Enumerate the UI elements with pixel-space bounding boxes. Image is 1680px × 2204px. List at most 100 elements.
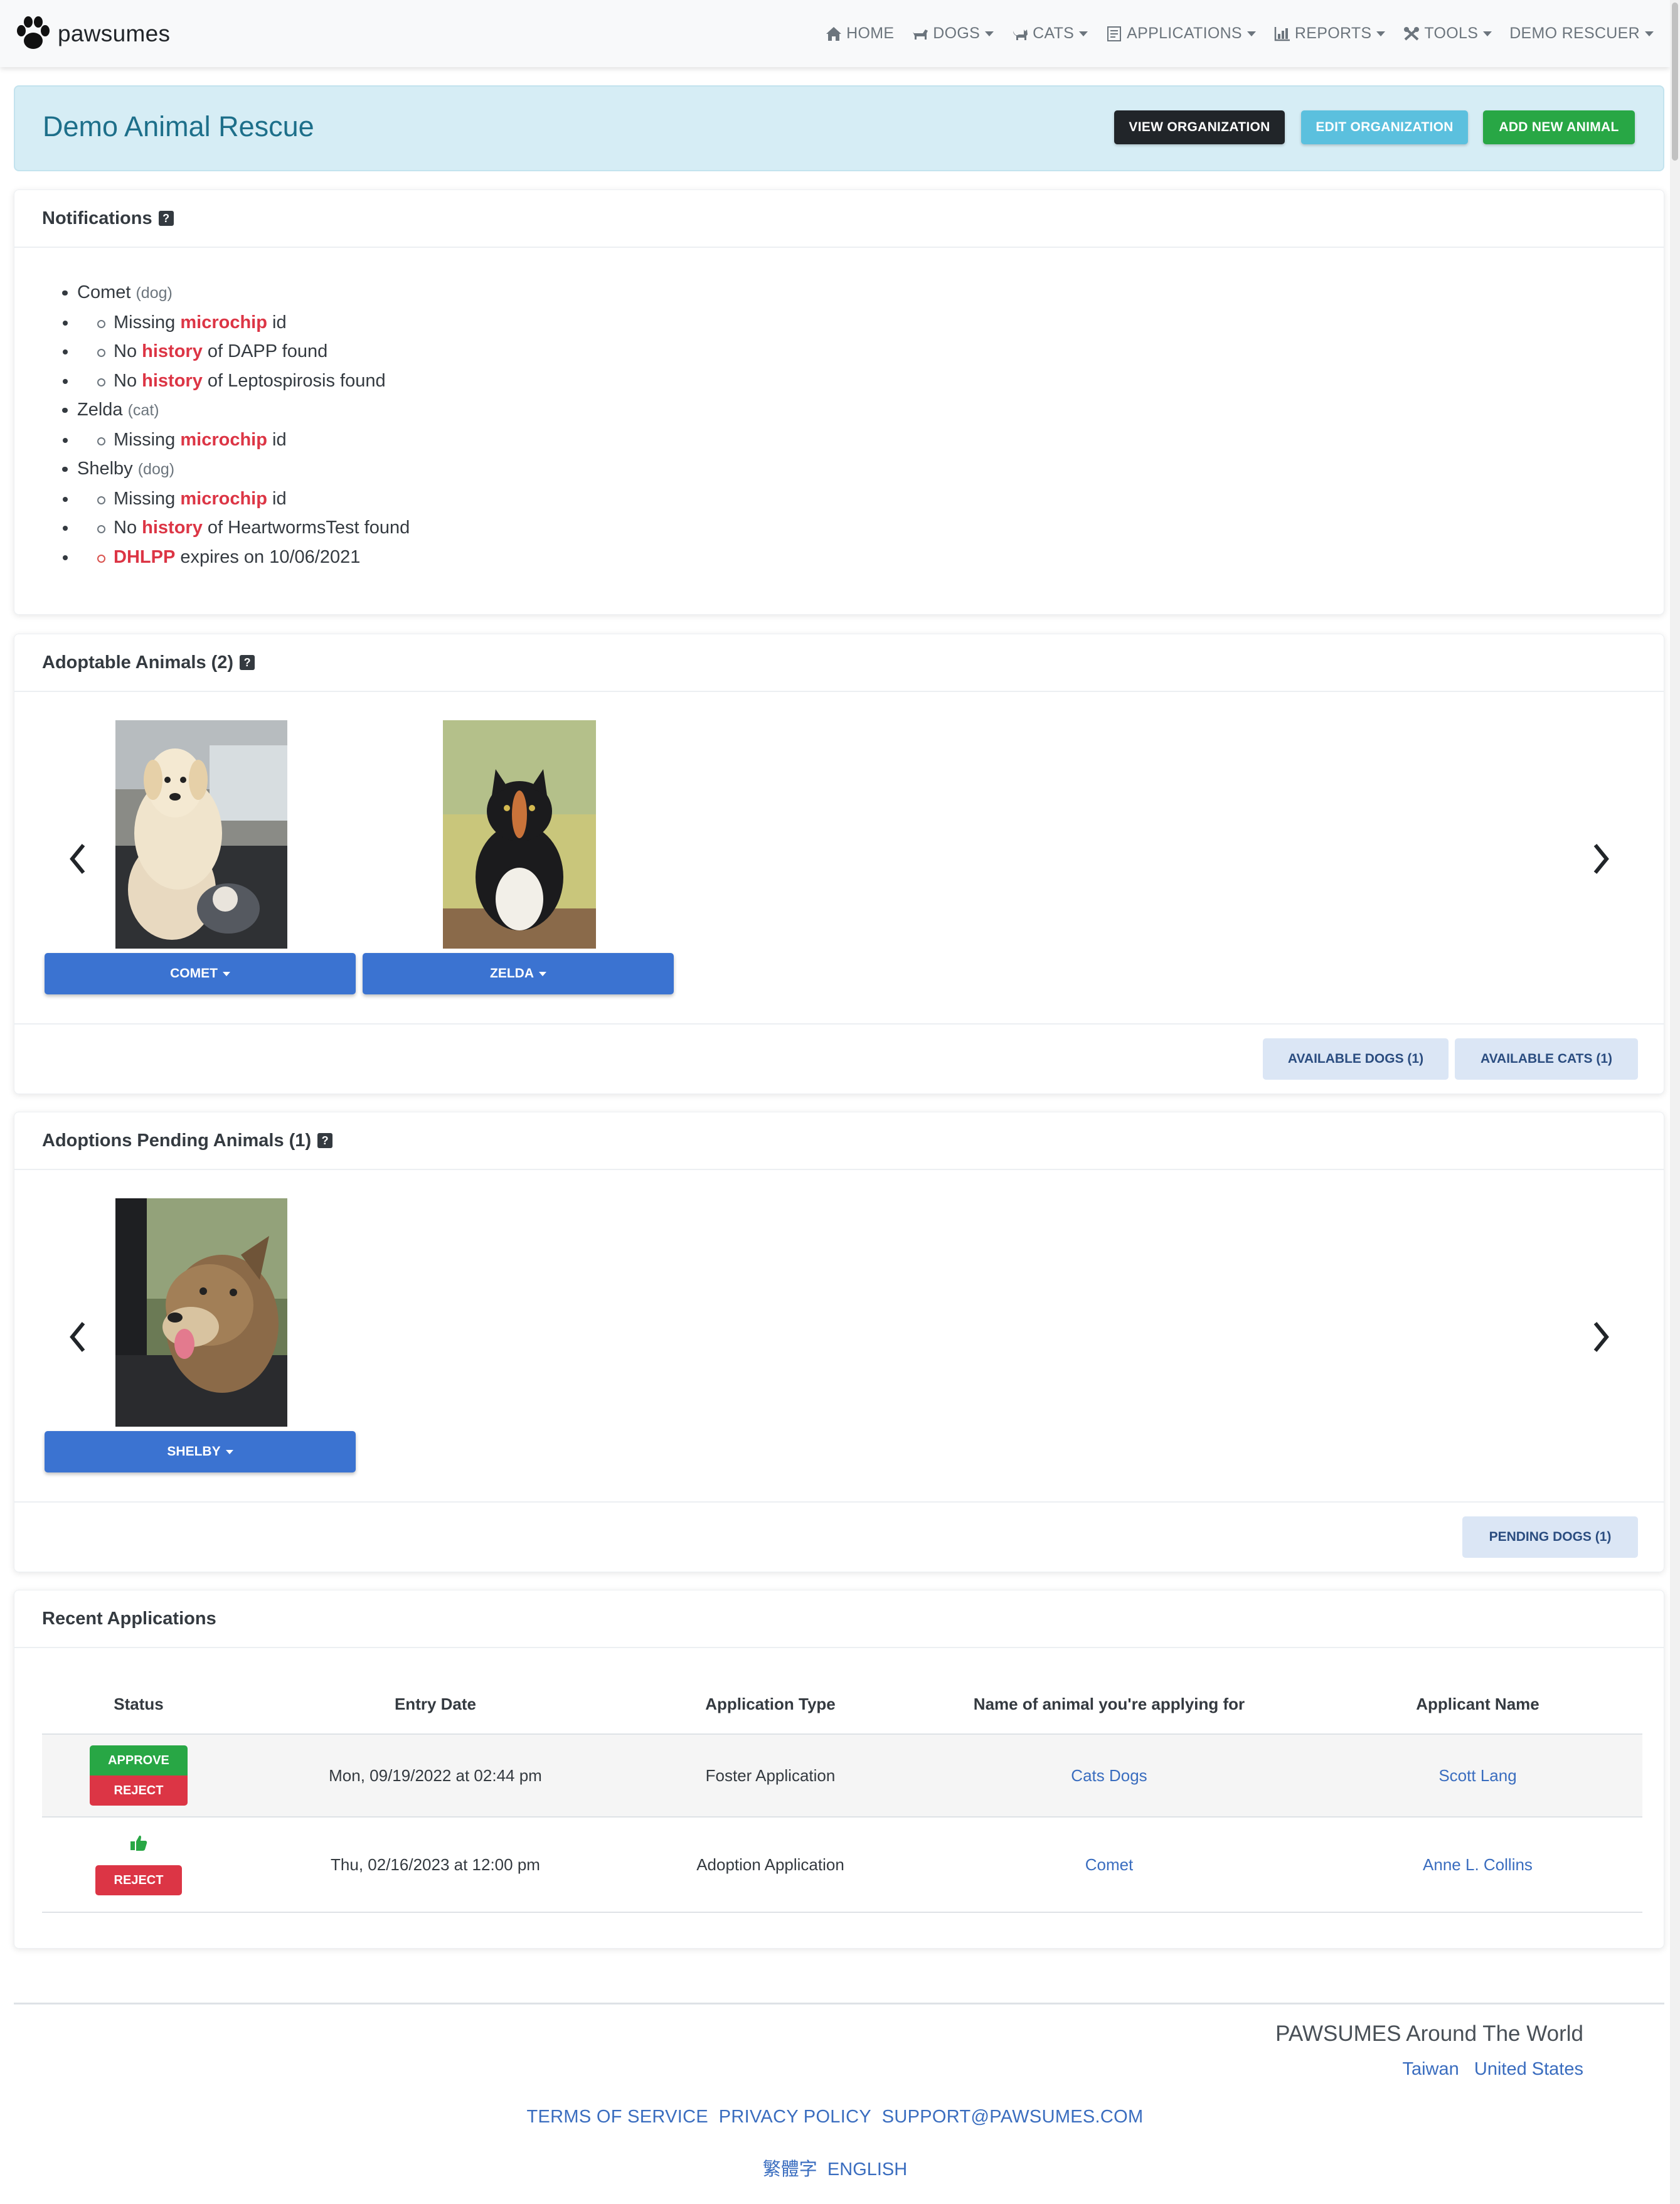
scrollbar-thumb[interactable] xyxy=(1672,3,1678,161)
country-link-united-states[interactable]: United States xyxy=(1474,2059,1583,2079)
animal-photo-shelby[interactable] xyxy=(115,1198,287,1427)
notification-issue: DHLPP expires on 10/06/2021 xyxy=(77,543,410,572)
chevron-down-icon xyxy=(539,971,546,976)
animal-menu-button-comet[interactable]: COMET xyxy=(45,953,356,994)
applicant-link[interactable]: Anne L. Collins xyxy=(1423,1855,1533,1874)
nav-cats-label: CATS xyxy=(1033,24,1075,42)
nav-applications[interactable]: APPLICATIONS xyxy=(1105,24,1256,43)
pending-animals-card: Adoptions Pending Animals (1) ? SHELBY P… xyxy=(14,1112,1664,1572)
carousel-next-icon[interactable] xyxy=(1589,1318,1614,1356)
support-email-link[interactable]: SUPPORT@PAWSUMES.COM xyxy=(882,2107,1144,2127)
notification-issue: Missing microchip id xyxy=(77,308,410,338)
animal-menu-button-shelby[interactable]: SHELBY xyxy=(45,1431,356,1472)
cat-icon xyxy=(1013,29,1028,40)
nav-reports-label: REPORTS xyxy=(1294,24,1372,42)
column-header: Applicant Name xyxy=(1313,1675,1642,1735)
issue-highlight[interactable]: microchip xyxy=(180,312,267,333)
animal-link[interactable]: Cats Dogs xyxy=(1071,1766,1147,1785)
dog-icon xyxy=(913,29,928,40)
brand-name: pawsumes xyxy=(58,20,171,46)
notification-animal: Shelby (dog) xyxy=(61,454,410,484)
language-links: 繁體字 ENGLISH xyxy=(0,2154,1670,2181)
animal-menu-button-zelda[interactable]: ZELDA xyxy=(363,953,674,994)
terms-link[interactable]: TERMS OF SERVICE xyxy=(527,2107,708,2127)
notification-issue: Missing microchip id xyxy=(77,484,410,514)
issue-highlight[interactable]: history xyxy=(142,371,203,391)
nav-cats[interactable]: CATS xyxy=(1011,24,1088,43)
notification-animal: Comet (dog) xyxy=(61,278,410,308)
entry-date: Mon, 09/19/2022 at 02:44 pm xyxy=(235,1734,635,1818)
view-organization-button[interactable]: VIEW ORGANIZATION xyxy=(1114,110,1285,144)
legal-links: TERMS OF SERVICE PRIVACY POLICY SUPPORT@… xyxy=(0,2107,1670,2127)
carousel-prev-icon[interactable] xyxy=(65,1318,90,1356)
applications-title: Recent Applications xyxy=(42,1608,216,1629)
table-header-row: Status Entry Date Application Type Name … xyxy=(42,1675,1642,1735)
notification-issue: Missing microchip id xyxy=(77,425,410,455)
issue-highlight[interactable]: microchip xyxy=(180,489,267,509)
nav-reports[interactable]: REPORTS xyxy=(1273,24,1386,43)
chevron-down-icon xyxy=(225,1449,233,1454)
add-new-animal-button[interactable]: ADD NEW ANIMAL xyxy=(1483,110,1635,144)
chevron-down-icon xyxy=(985,31,994,36)
chevron-down-icon xyxy=(1247,31,1256,36)
reject-button[interactable]: REJECT xyxy=(90,1775,188,1806)
application-type: Foster Application xyxy=(635,1734,905,1818)
column-header: Entry Date xyxy=(235,1675,635,1735)
thumbs-up-icon xyxy=(130,1835,147,1851)
nav-tools[interactable]: TOOLS xyxy=(1403,24,1492,43)
page-scrollbar[interactable] xyxy=(1670,0,1680,2204)
reject-button[interactable]: REJECT xyxy=(95,1865,182,1895)
pending-dogs-button[interactable]: PENDING DOGS (1) xyxy=(1462,1516,1638,1558)
animal-name: Shelby xyxy=(77,459,133,479)
organization-header: Demo Animal Rescue VIEW ORGANIZATION EDI… xyxy=(14,85,1664,171)
approve-button[interactable]: APPROVE xyxy=(90,1745,188,1775)
applicant-link[interactable]: Scott Lang xyxy=(1438,1766,1516,1785)
animal-kind: (dog) xyxy=(136,284,173,302)
paw-logo-icon xyxy=(17,16,50,49)
issue-highlight[interactable]: history xyxy=(142,341,203,361)
animal-link[interactable]: Comet xyxy=(1085,1855,1134,1874)
animal-photo-zelda[interactable] xyxy=(443,720,596,949)
nav-home-label: HOME xyxy=(846,24,895,42)
carousel-prev-icon[interactable] xyxy=(65,840,90,878)
language-link-english[interactable]: ENGLISH xyxy=(827,2159,907,2180)
privacy-link[interactable]: PRIVACY POLICY xyxy=(719,2107,871,2127)
notifications-title: Notifications xyxy=(42,208,152,228)
help-icon[interactable]: ? xyxy=(317,1133,333,1148)
animal-menu-label: SHELBY xyxy=(167,1444,221,1459)
animal-name: Comet xyxy=(77,282,131,302)
table-row: APPROVE REJECT Mon, 09/19/2022 at 02:44 … xyxy=(42,1734,1642,1818)
footer-divider xyxy=(14,2003,1664,2004)
animal-kind: (cat) xyxy=(127,402,159,419)
animal-kind: (dog) xyxy=(137,460,175,478)
chevron-down-icon xyxy=(1376,31,1386,36)
language-link-traditional-chinese[interactable]: 繁體字 xyxy=(763,2159,817,2180)
brand-link[interactable]: pawsumes xyxy=(14,16,170,52)
carousel-next-icon[interactable] xyxy=(1589,840,1614,878)
notification-issue: No history of Leptospirosis found xyxy=(77,366,410,396)
column-header: Application Type xyxy=(635,1675,905,1735)
animal-photo-comet[interactable] xyxy=(115,720,287,949)
divider xyxy=(14,1023,1664,1025)
animal-name: Zelda xyxy=(77,400,123,420)
nav-dogs[interactable]: DOGS xyxy=(912,24,994,43)
edit-organization-button[interactable]: EDIT ORGANIZATION xyxy=(1301,110,1468,144)
nav-tools-label: TOOLS xyxy=(1424,24,1479,42)
nav-home[interactable]: HOME xyxy=(825,24,894,43)
available-dogs-button[interactable]: AVAILABLE DOGS (1) xyxy=(1263,1038,1449,1080)
help-icon[interactable]: ? xyxy=(240,655,255,670)
country-link-taiwan[interactable]: Taiwan xyxy=(1402,2059,1459,2079)
column-header: Name of animal you're applying for xyxy=(905,1675,1313,1735)
help-icon[interactable]: ? xyxy=(158,211,174,226)
notifications-card: Notifications ? Comet (dog) Missing micr… xyxy=(14,189,1664,615)
issue-highlight[interactable]: history xyxy=(142,518,203,538)
issue-highlight[interactable]: DHLPP xyxy=(114,547,175,567)
nav-user-menu[interactable]: DEMO RESCUER xyxy=(1509,24,1654,43)
status-cell: APPROVE REJECT xyxy=(42,1734,235,1818)
available-cats-button[interactable]: AVAILABLE CATS (1) xyxy=(1455,1038,1638,1080)
table-row: REJECT Thu, 02/16/2023 at 12:00 pm Adopt… xyxy=(42,1817,1642,1913)
issue-highlight[interactable]: microchip xyxy=(180,430,267,450)
top-navbar: pawsumes HOME DOGS CATS APPLICATIONS REP… xyxy=(0,0,1670,67)
recent-applications-card: Recent Applications Status Entry Date Ap… xyxy=(14,1590,1664,1949)
adoptable-header: Adoptable Animals (2) ? xyxy=(14,634,1664,692)
